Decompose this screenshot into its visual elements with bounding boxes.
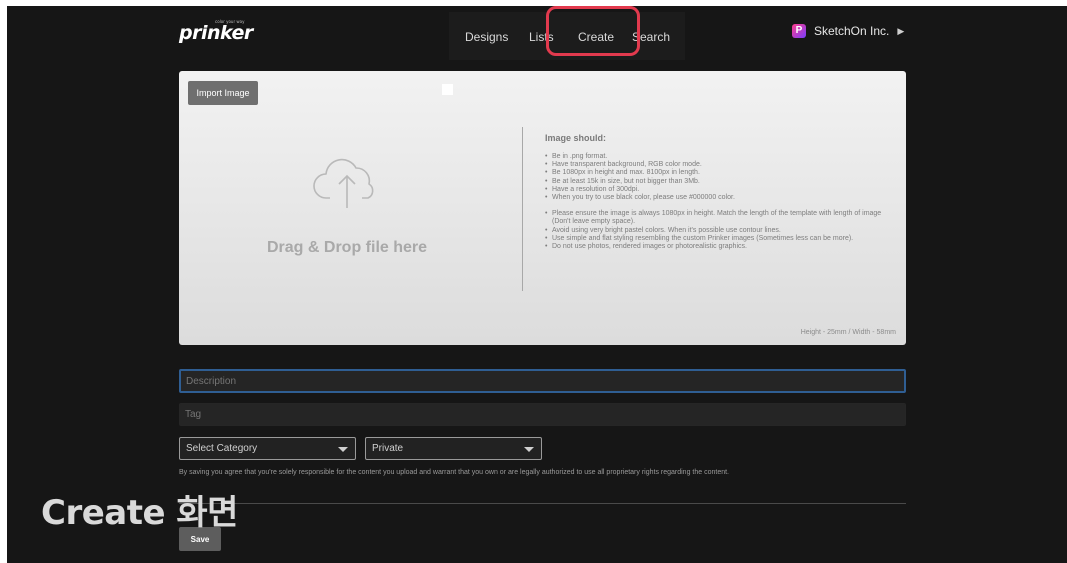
preview-square (442, 84, 453, 95)
screen-caption: Create 화면 (41, 493, 238, 533)
description-input[interactable] (179, 369, 906, 393)
import-image-button[interactable]: Import Image (188, 81, 258, 105)
rule-item: Be at least 15k in size, but not bigger … (545, 178, 895, 186)
company-logo-icon: P (792, 24, 806, 38)
rule-item: Use simple and flat styling resembling t… (545, 235, 895, 243)
requirements-title: Image should: (545, 133, 607, 143)
cloud-upload-icon (313, 158, 374, 208)
size-note: Height - 25mm / Width - 58mm (800, 329, 896, 336)
caret-down-icon (524, 447, 534, 452)
category-select[interactable]: Select Category (179, 437, 356, 460)
terms-disclaimer: By saving you agree that you're solely r… (179, 469, 729, 476)
privacy-select[interactable]: Private (365, 437, 542, 460)
nav-designs[interactable]: Designs (465, 30, 508, 44)
horizontal-divider (179, 503, 906, 504)
app-window: prinker color your way Designs Lists Cre… (7, 6, 1067, 563)
logo-tagline: color your way (215, 19, 245, 24)
rule-item: Do not use photos, rendered images or ph… (545, 243, 895, 251)
rule-item: Avoid using very bright pastel colors. W… (545, 227, 895, 235)
privacy-select-value: Private (372, 443, 404, 454)
account-menu[interactable]: P SketchOn Inc. ▶ (792, 24, 904, 38)
rule-item: Be 1080px in height and max. 8100px in l… (545, 169, 895, 177)
chevron-right-icon: ▶ (897, 25, 905, 36)
caret-down-icon (338, 447, 348, 452)
rule-item: Have transparent background, RGB color m… (545, 161, 895, 169)
rule-item: Be in .png format. (545, 153, 895, 161)
account-name: SketchOn Inc. (814, 24, 890, 38)
create-highlight-annotation (546, 6, 640, 56)
drop-zone-text: Drag & Drop file here (267, 239, 428, 256)
vertical-divider (522, 127, 523, 291)
category-select-value: Select Category (186, 443, 258, 454)
tag-input[interactable] (179, 403, 906, 426)
image-requirements: Image should: Be in .png format. Have tr… (545, 133, 895, 251)
rule-item: Have a resolution of 300dpi. (545, 186, 895, 194)
rule-item: When you try to use black color, please … (545, 194, 895, 202)
rule-item: Please ensure the image is always 1080px… (545, 210, 895, 226)
prinker-logo[interactable]: prinker (179, 22, 253, 44)
image-upload-dropzone[interactable]: Import Image Drag & Drop file here Image… (179, 71, 906, 345)
